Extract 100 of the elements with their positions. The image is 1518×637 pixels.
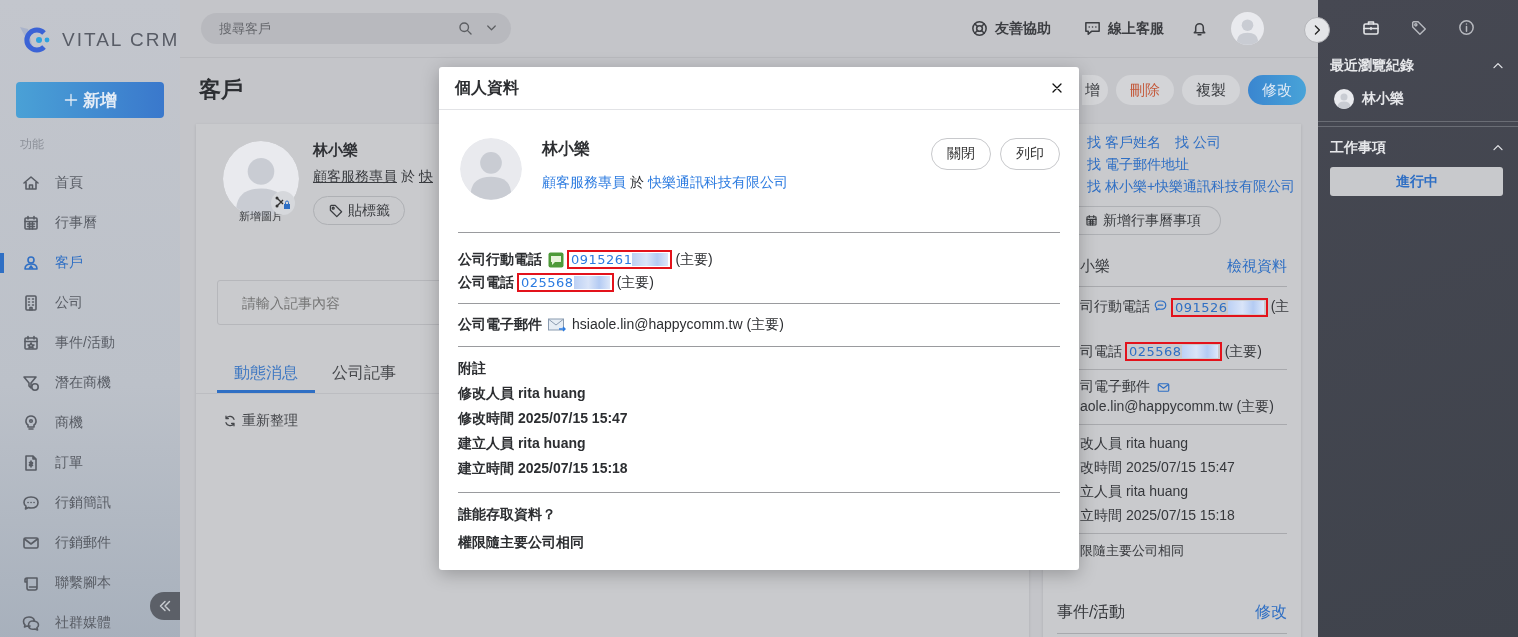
- company-link[interactable]: 快樂通訊科技有限公司: [648, 174, 788, 192]
- primary-label: (主要): [675, 250, 713, 269]
- access-text: 權限隨主要公司相同: [458, 534, 585, 552]
- avatar-icon: [1231, 12, 1264, 45]
- meta-text: 建立人員 rita huang: [458, 435, 587, 453]
- panel-title: 工作事項: [1330, 139, 1386, 157]
- event-icon: [21, 333, 41, 353]
- sidebar-item[interactable]: 訂單: [0, 443, 93, 483]
- primary-label: (主: [1270, 298, 1290, 316]
- collapse-button[interactable]: [150, 592, 180, 620]
- customer-name: 林小樂: [313, 141, 359, 160]
- action-button[interactable]: 修改: [1248, 75, 1306, 105]
- field-label: 公司電話: [458, 273, 514, 292]
- notes-label: 附註: [458, 360, 487, 378]
- help-link[interactable]: 線上客服: [1083, 19, 1164, 38]
- tab[interactable]: 動態消息: [217, 357, 315, 393]
- email-value: aole.lin@happycomm.tw (主要): [1080, 398, 1275, 416]
- info-icon: [1456, 18, 1476, 37]
- dialog-button[interactable]: 列印: [1000, 138, 1060, 170]
- view-link[interactable]: 檢視資料: [1227, 257, 1287, 276]
- chats-icon: [21, 613, 41, 633]
- edit-link[interactable]: 修改: [1255, 602, 1287, 623]
- field-label: 公司電子郵件: [458, 316, 542, 334]
- job-title-link[interactable]: 顧客服務專員: [313, 168, 397, 186]
- phone-link[interactable]: 025568: [517, 273, 614, 292]
- access-title: 誰能存取資料？: [458, 506, 557, 524]
- action-button[interactable]: 增: [1082, 75, 1108, 105]
- redaction-blur: [1227, 301, 1264, 314]
- search-icon: [457, 20, 474, 37]
- envelope-icon: [548, 317, 566, 333]
- meta-text: 修改時間 2025/07/15 15:47: [458, 410, 629, 428]
- dialog-button[interactable]: 關閉: [931, 138, 991, 170]
- logo-icon: [18, 25, 52, 55]
- search-field[interactable]: 搜尋客戶: [201, 13, 511, 44]
- phone-link[interactable]: 025568: [1125, 342, 1222, 361]
- meta-text: 改人員 rita huang: [1080, 435, 1190, 453]
- tag-icon: [1409, 18, 1428, 37]
- chat-bubble-icon: [1083, 19, 1102, 38]
- phone-link[interactable]: 091526: [1171, 298, 1268, 317]
- action-button[interactable]: 刪除: [1116, 75, 1174, 105]
- panel-title: 最近瀏覽紀錄: [1330, 57, 1414, 75]
- search-link[interactable]: 找 公司: [1174, 134, 1221, 152]
- email-value: hsiaole.lin@happycomm.tw (主要): [572, 316, 784, 334]
- home-icon: [21, 173, 41, 193]
- sidebar-item[interactable]: 聯繫腳本: [0, 563, 121, 603]
- calendar-icon: [1084, 213, 1099, 228]
- sidebar-item[interactable]: 社群媒體: [0, 603, 121, 637]
- at-label: 於: [401, 168, 415, 186]
- primary-label: (主要): [616, 273, 654, 292]
- recent-item[interactable]: 林小樂: [1318, 77, 1518, 109]
- sidebar-item[interactable]: 客戶: [0, 243, 93, 283]
- search-link[interactable]: 找 林小樂+快樂通訊科技有限公司: [1087, 178, 1296, 196]
- page-title: 客戶: [199, 76, 243, 104]
- expand-button[interactable]: [1304, 17, 1330, 43]
- field-label: 司行動電話: [1080, 298, 1150, 316]
- lifebuoy-icon: [970, 19, 989, 38]
- refresh-button[interactable]: 重新整理: [222, 412, 298, 430]
- sidebar-item[interactable]: 公司: [0, 283, 93, 323]
- sidebar-item[interactable]: 行事曆: [0, 203, 107, 243]
- plus-icon: [63, 92, 79, 108]
- chat-bubble-icon: [1153, 298, 1168, 313]
- message-icon: [548, 251, 564, 268]
- calendar-icon: [21, 213, 41, 233]
- search-link[interactable]: 找 客戶姓名: [1087, 134, 1161, 152]
- dialog-title: 個人資料: [455, 77, 519, 98]
- tab[interactable]: 公司記事: [315, 357, 413, 393]
- refresh-icon: [222, 413, 238, 429]
- company-link[interactable]: 快: [419, 168, 433, 186]
- action-button[interactable]: 複製: [1182, 75, 1240, 105]
- status-button[interactable]: 進行中: [1330, 167, 1503, 196]
- redaction-blur: [573, 276, 610, 289]
- sidebar-item[interactable]: 首頁: [0, 163, 93, 203]
- search-link[interactable]: 找 電子郵件地址: [1087, 156, 1189, 174]
- redaction-blur: [1181, 345, 1218, 358]
- help-link[interactable]: 友善協助: [970, 19, 1051, 38]
- field-label: 司電話: [1080, 342, 1122, 361]
- job-title-link[interactable]: 顧客服務專員: [542, 174, 626, 192]
- meta-text: 改時間 2025/07/15 15:47: [1080, 459, 1236, 477]
- tag-icon: [328, 202, 344, 219]
- section-title: 事件/活動: [1057, 602, 1126, 622]
- funnel-icon: [21, 373, 41, 393]
- sidebar-item[interactable]: 行銷郵件: [0, 523, 121, 563]
- avatar-icon: [460, 138, 522, 200]
- meta-text: 修改人員 rita huang: [458, 385, 587, 403]
- contact-name: 林小樂: [542, 139, 591, 159]
- sidebar-item[interactable]: 行銷簡訊: [0, 483, 121, 523]
- field-label: 公司行動電話: [458, 250, 542, 269]
- at-label: 於: [630, 174, 644, 192]
- sidebar-item[interactable]: 事件/活動: [0, 323, 125, 363]
- meta-text: 建立時間 2025/07/15 15:18: [458, 460, 629, 478]
- contact-name: 小樂: [1080, 257, 1110, 276]
- phone-link[interactable]: 0915261: [567, 250, 673, 269]
- meta-text: 立時間 2025/07/15 15:18: [1080, 507, 1236, 525]
- redaction-blur: [632, 253, 669, 266]
- field-label: 司電子郵件: [1080, 378, 1150, 396]
- sidebar-item[interactable]: 商機: [0, 403, 93, 443]
- sidebar-item[interactable]: 潛在商機: [0, 363, 121, 403]
- logo-text: VITAL CRM: [62, 29, 180, 51]
- new-button[interactable]: 新增: [16, 82, 164, 118]
- meta-text: 立人員 rita huang: [1080, 483, 1190, 501]
